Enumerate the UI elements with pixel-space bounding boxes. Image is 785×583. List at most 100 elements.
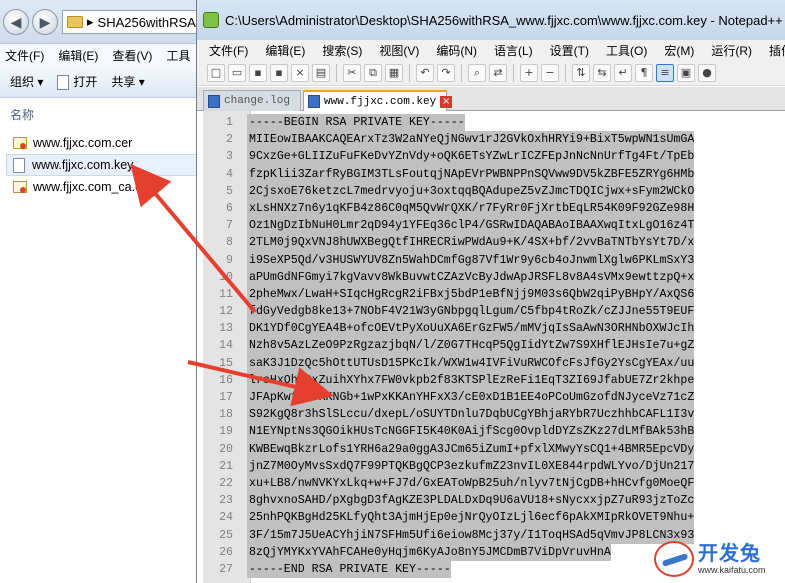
code-text: N1EYNptNs3QGOikHUsTcNGGFI5K40K0AijfScg0O… — [247, 423, 695, 441]
explorer-menu-tools[interactable]: 工具 — [166, 47, 190, 64]
toolbar-divider — [461, 63, 462, 82]
print-icon[interactable]: ▤ — [312, 63, 330, 82]
sync-horizontal-icon[interactable]: ⇆ — [593, 63, 611, 82]
undo-icon[interactable]: ↶ — [416, 63, 434, 82]
menu-search[interactable]: 搜索(S) — [322, 42, 362, 59]
file-list: www.fjjxc.com.cer www.fjjxc.com.key www.… — [6, 132, 200, 198]
code-text: 8zQjYMYKxYVAhFCAHe0yHqjm6KyAJo8nY5JMCDmB… — [247, 543, 611, 561]
line-number: 24 — [219, 511, 233, 525]
code-line[interactable]: 9 i9SeXP5Qd/v3HUSWYUV8Zn5WahDCmfGg87Vf1Wr… — [203, 251, 778, 269]
save-icon[interactable]: ▪ — [249, 63, 267, 82]
zoom-out-icon[interactable]: − — [541, 63, 559, 82]
explorer-menu-edit[interactable]: 编辑(E) — [58, 47, 98, 64]
explorer-menu-file[interactable]: 文件(F) — [5, 47, 44, 64]
code-line[interactable]: 8 2TLM0j9QxVNJ8hUWXBegQtfIHRECRiwPWdAu9+K… — [203, 234, 778, 252]
forward-button[interactable]: ▶ — [32, 9, 58, 35]
open-file-icon[interactable]: ▭ — [228, 63, 246, 82]
save-all-icon[interactable]: ▪ — [270, 63, 288, 82]
line-number: 7 — [226, 219, 233, 233]
close-file-icon[interactable]: × — [291, 63, 309, 82]
file-item-cer[interactable]: www.fjjxc.com.cer — [6, 132, 200, 154]
text-editor[interactable]: 1 -----BEGIN RSA PRIVATE KEY----- 2 MIIEowI… — [197, 111, 785, 583]
address-input[interactable]: ▸ SHA256withRSA — [62, 10, 202, 34]
code-line[interactable]: 14 Nzh8v5AzLZeO9PzRgzazjbqN/l/Z0G7THcqP5Q… — [203, 337, 778, 355]
code-line[interactable]: 7 Oz1NgDzIbNuH0Lmr2qD94y1YFEq36clP4/GSRwI… — [203, 217, 778, 235]
line-number: 18 — [219, 408, 233, 422]
language-icon[interactable]: ▣ — [677, 63, 695, 82]
show-all-characters-icon[interactable]: ¶ — [635, 63, 653, 82]
redo-icon[interactable]: ↷ — [437, 63, 455, 82]
file-name: www.fjjxc.com.key — [32, 158, 134, 172]
zoom-in-icon[interactable]: + — [520, 63, 538, 82]
code-line[interactable]: 1 -----BEGIN RSA PRIVATE KEY----- — [203, 114, 778, 132]
code-line[interactable]: 10 aPUmGdNFGmyi7kgVavv8WkBuvwtCZAzVcByJdw… — [203, 268, 778, 286]
code-line[interactable]: 23 8ghvxnoSAHD/pXgbgD3fAgKZE3PLDALDxDq9U6… — [203, 492, 778, 510]
menu-encoding[interactable]: 编码(N) — [436, 42, 477, 59]
name-column-header[interactable]: 名称 — [10, 106, 34, 123]
menu-view[interactable]: 视图(V) — [379, 42, 419, 59]
tab-label: www.fjjxc.com.key — [324, 95, 437, 108]
watermark-name: 开发兔 — [698, 542, 761, 565]
menu-edit[interactable]: 编辑(E) — [265, 42, 305, 59]
code-line[interactable]: 2 MIIEowIBAAKCAQEArxTz3W2aNYeQjNGwv1rJ2GV… — [203, 131, 778, 149]
code-line[interactable]: 18 S92KgQ8r3hSlSLccu/dxepL/oSUYTDnlu7DqbU… — [203, 406, 778, 424]
cut-icon[interactable]: ✂ — [343, 63, 361, 82]
find-icon[interactable]: ⌕ — [468, 63, 486, 82]
code-line[interactable]: 24 25nhPQKBgHd25KLfyQht3AjmHjEp0ejNrQyOIz… — [203, 509, 778, 527]
code-line[interactable]: 4 fzpKlii3ZarfRyBGIM3TLsFoutqjNApEVrPWBNP… — [203, 165, 778, 183]
code-text: 9CxzGe+GLIIZuFuFKeDvYZnVdy+oQK6ETsYZwLrI… — [247, 148, 695, 166]
new-file-icon[interactable]: □ — [207, 63, 225, 82]
code-line[interactable]: 21 jnZ7M0OyMvsSxdQ7F99PTQKBgQCP3ezkufmZ23… — [203, 457, 778, 475]
word-wrap-icon[interactable]: ↵ — [614, 63, 632, 82]
organize-button[interactable]: 组织 ▾ — [10, 73, 43, 90]
code-line[interactable]: 19 N1EYNptNs3QGOikHUsTcNGGFI5K40K0AijfScg… — [203, 423, 778, 441]
line-number: 26 — [219, 545, 233, 559]
code-line[interactable]: 22 xu+LB8/nwNVKYxLkq+w+FJ7d/GxEAToWpB25uh… — [203, 474, 778, 493]
code-text: i9SeXP5Qd/v3HUSWYUV8Zn5WahDCmfGg87Vf1Wr9… — [247, 251, 695, 269]
explorer-menu-view[interactable]: 查看(V) — [112, 47, 152, 64]
code-line[interactable]: 20 KWBEwqBkzrLofs1YRH6a29a0ggA3JCm65iZumI… — [203, 440, 778, 458]
copy-icon[interactable]: ⧉ — [364, 63, 382, 82]
indent-guide-icon[interactable]: ≡ — [656, 63, 674, 82]
code-line[interactable]: 16 lrcHxOhaGxZuihXYhx7FW0vkpb2f83KTSPlEzR… — [203, 371, 778, 389]
menu-file[interactable]: 文件(F) — [209, 42, 248, 59]
share-button[interactable]: 共享 ▾ — [111, 73, 144, 90]
file-item-ca-cer[interactable]: www.fjjxc.com_ca.cer — [6, 176, 200, 198]
menu-plugins[interactable]: 插件(P) — [769, 42, 785, 59]
line-number: 11 — [219, 287, 233, 301]
title-bar[interactable]: C:\Users\Administrator\Desktop\SHA256wit… — [197, 0, 785, 40]
line-number: 16 — [219, 373, 233, 387]
sync-vertical-icon[interactable]: ⇅ — [572, 63, 590, 82]
menu-language[interactable]: 语言(L) — [494, 42, 533, 59]
code-line[interactable]: 12 fdGyVedgb8ke13+7NObF4V21W3yGNbpgqlLgum… — [203, 303, 778, 321]
menu-settings[interactable]: 设置(T) — [550, 42, 589, 59]
code-text: 3F/15m7J5UeACYhjiN7SFHm5Ufi6eiow8Mcj37y/… — [247, 526, 695, 544]
record-macro-icon[interactable]: ● — [698, 63, 716, 82]
tab-label: change.log — [224, 95, 291, 107]
code-line[interactable]: 15 saK3J1DzQc5hOttUTUsD15PKcIk/WXW1w4IVFi… — [203, 354, 778, 372]
replace-icon[interactable]: ⇄ — [489, 63, 507, 82]
tab-change-log[interactable]: change.log — [203, 90, 301, 111]
code-text: xu+LB8/nwNVKYxLkq+w+FJ7d/GxEAToWpB25uh/n… — [247, 474, 695, 493]
tab-key-file[interactable]: www.fjjxc.com.key × — [303, 90, 453, 111]
document-icon — [208, 94, 220, 108]
code-text: 25nhPQKBgHd25KLfyQht3AjmHjEp0ejNrQyOIzLj… — [247, 509, 695, 527]
code-line[interactable]: 3 9CxzGe+GLIIZuFuFKeDvYZnVdy+oQK6ETsYZwLr… — [203, 148, 778, 166]
back-button[interactable]: ◀ — [3, 9, 29, 35]
file-item-key[interactable]: www.fjjxc.com.key — [6, 154, 200, 176]
menu-tools[interactable]: 工具(O) — [606, 42, 647, 59]
menu-run[interactable]: 运行(R) — [711, 42, 752, 59]
menu-macro[interactable]: 宏(M) — [664, 42, 694, 59]
code-line[interactable]: 6 xLsHNXz7n6y1qKFB4z86C0qM5QvWrQXK/r7FyRr… — [203, 199, 778, 218]
code-line[interactable]: 17 JFApKwfSh3KKNGb+1wPxKKAnYHFxX3/cE0xD1B… — [203, 389, 778, 407]
code-line[interactable]: 11 2pheMwx/LwaH+SIqcHgRcgR2iFBxj5bdP1eBfN… — [203, 285, 778, 304]
code-line[interactable]: 5 2CjsxoE76ketzcL7medrvyoju+3oxtqqBQAdupe… — [203, 182, 778, 200]
code-line[interactable]: 13 DK1YDf0CgYEA4B+ofcOEVtPyXoUuXA6ErGzFW5… — [203, 320, 778, 338]
close-tab-icon[interactable]: × — [440, 95, 453, 108]
line-number: 10 — [219, 270, 233, 284]
paste-icon[interactable]: ▦ — [385, 63, 403, 82]
line-number: 25 — [219, 528, 233, 542]
line-number: 8 — [226, 236, 233, 250]
open-button[interactable]: 打开 — [57, 73, 97, 91]
certificate-icon — [13, 180, 27, 194]
